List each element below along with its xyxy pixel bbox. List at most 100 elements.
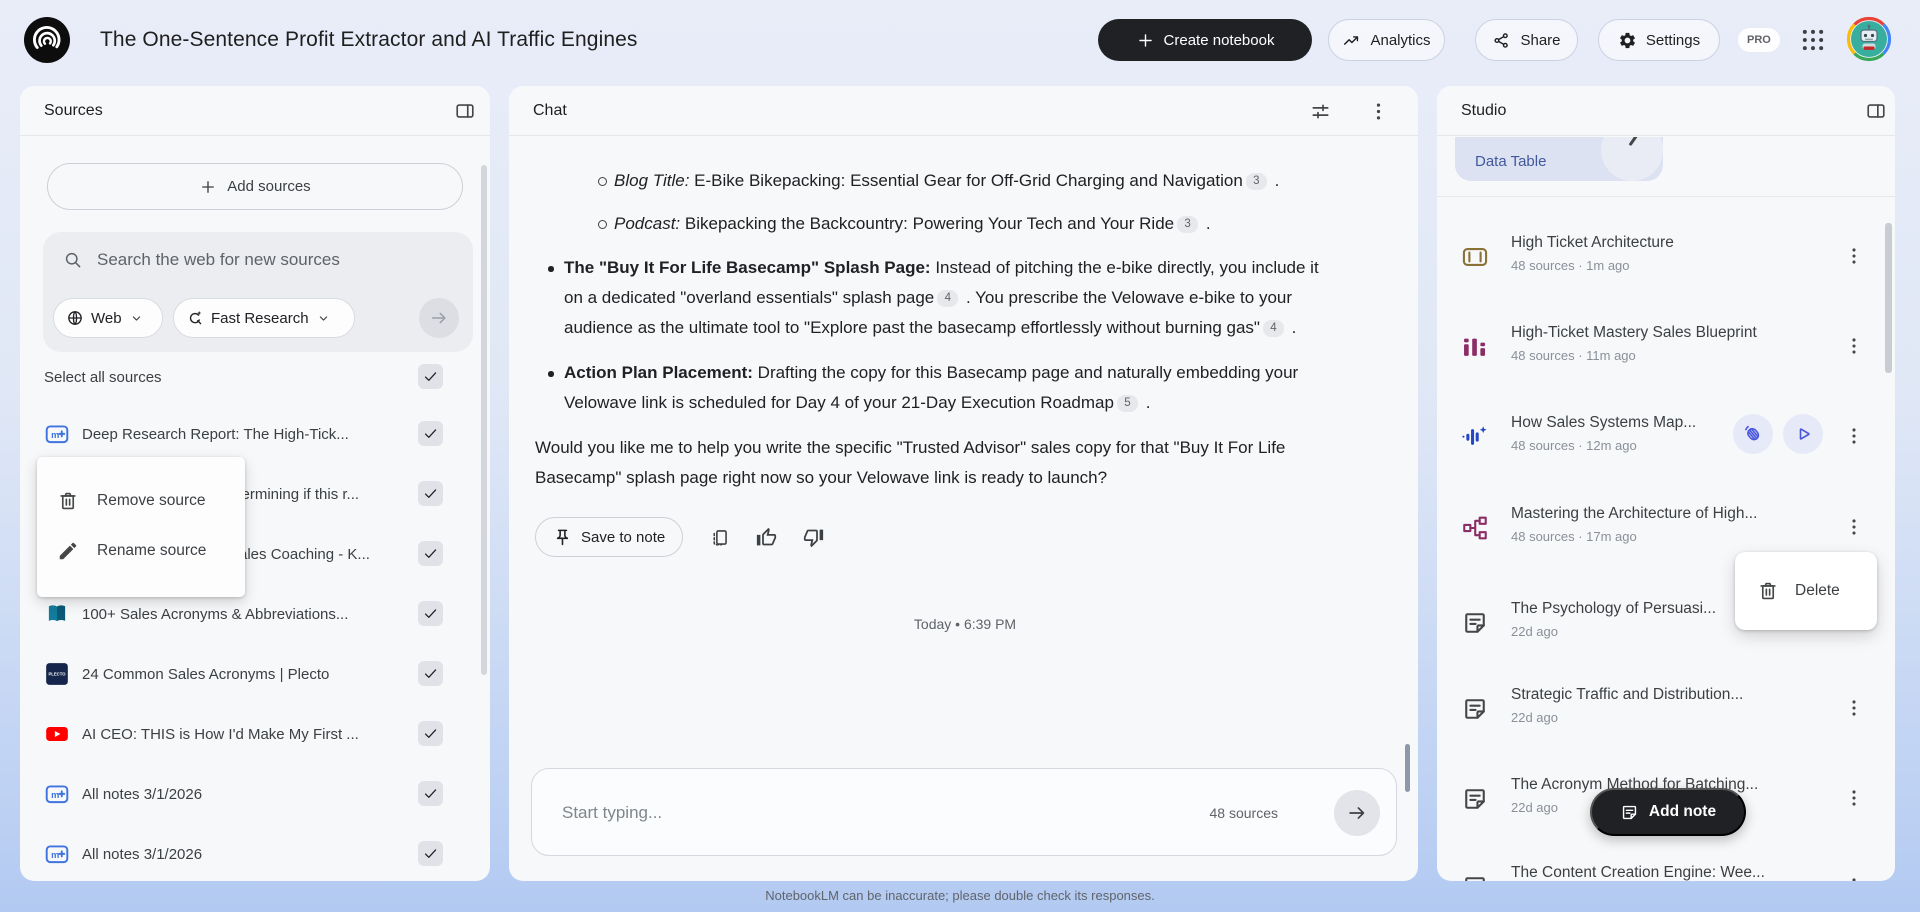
search-input[interactable]: Search the web for new sources bbox=[63, 250, 340, 270]
bar-chart-icon bbox=[1461, 333, 1489, 361]
studio-artifact-title: The Psychology of Persuasi... bbox=[1511, 600, 1717, 617]
chat-send-button[interactable] bbox=[1334, 790, 1380, 836]
chat-response-actions: Save to note bbox=[535, 517, 1341, 557]
chat-bullet-item: The "Buy It For Life Basecamp" Splash Pa… bbox=[548, 253, 1341, 343]
citation-chip[interactable]: 3 bbox=[1245, 172, 1267, 190]
thumb-up-icon[interactable] bbox=[756, 527, 777, 548]
remove-source-menu-item[interactable]: Remove source bbox=[37, 476, 245, 526]
source-title: Sales Coaching - K... bbox=[229, 545, 370, 563]
sources-scrollbar[interactable] bbox=[481, 165, 487, 675]
studio-artifact-row[interactable]: The Content Creation Engine: Wee... bbox=[1461, 862, 1871, 881]
interactive-mode-button[interactable] bbox=[1733, 414, 1773, 454]
citation-chip[interactable]: 3 bbox=[1177, 215, 1199, 233]
source-checkbox[interactable] bbox=[418, 421, 443, 446]
source-row[interactable]: PLECTO 24 Common Sales Acronyms | Plecto bbox=[44, 644, 466, 704]
source-checkbox[interactable] bbox=[418, 601, 443, 626]
artifact-more-menu-icon[interactable] bbox=[1843, 875, 1865, 881]
chat-bullet-item: Podcast: Bikepacking the Backcountry: Po… bbox=[598, 209, 1341, 239]
chat-sources-count: 48 sources bbox=[1209, 805, 1278, 821]
source-checkbox[interactable] bbox=[418, 541, 443, 566]
user-avatar[interactable] bbox=[1846, 16, 1892, 62]
settings-button[interactable]: Settings bbox=[1598, 19, 1720, 61]
chat-bullet-item: Action Plan Placement: Drafting the copy… bbox=[548, 358, 1341, 418]
svg-text:PLECTO: PLECTO bbox=[48, 672, 66, 677]
analytics-button[interactable]: Analytics bbox=[1328, 19, 1445, 61]
trash-icon bbox=[1757, 580, 1779, 602]
artifact-more-menu-icon[interactable] bbox=[1843, 245, 1865, 267]
thumb-down-icon[interactable] bbox=[803, 527, 824, 548]
studio-artifact-title: The Content Creation Engine: Wee... bbox=[1511, 864, 1765, 881]
source-checkbox[interactable] bbox=[418, 781, 443, 806]
svg-text:m: m bbox=[51, 790, 59, 800]
artifact-more-menu-icon[interactable] bbox=[1843, 787, 1865, 809]
source-title: 100+ Sales Acronyms & Abbreviations... bbox=[82, 605, 349, 623]
source-checkbox[interactable] bbox=[418, 661, 443, 686]
chat-input-box[interactable]: Start typing... 48 sources bbox=[531, 768, 1397, 856]
citation-chip[interactable]: 4 bbox=[1262, 319, 1284, 337]
sources-header: Sources bbox=[20, 86, 490, 136]
source-context-menu: Remove source Rename source bbox=[37, 457, 245, 597]
studio-scrollbar[interactable] bbox=[1885, 223, 1892, 373]
chevron-down-icon bbox=[316, 311, 331, 326]
chat-main-bullet-list: The "Buy It For Life Basecamp" Splash Pa… bbox=[535, 253, 1341, 418]
artifact-more-menu-icon[interactable] bbox=[1843, 335, 1865, 357]
note-icon bbox=[1461, 785, 1489, 813]
select-all-checkbox[interactable] bbox=[418, 364, 443, 389]
source-row[interactable]: m Deep Research Report: The High-Tick... bbox=[44, 404, 466, 464]
studio-artifact-actions bbox=[1733, 414, 1823, 454]
pro-badge: PRO bbox=[1738, 28, 1780, 52]
artifact-more-menu-icon[interactable] bbox=[1843, 697, 1865, 719]
studio-artifact-row[interactable]: High Ticket Architecture 48 sources · 1m … bbox=[1461, 232, 1871, 282]
chat-closing-question: Would you like me to help you write the … bbox=[535, 438, 1286, 487]
note-icon bbox=[1461, 609, 1489, 637]
notebooklm-logo[interactable] bbox=[24, 17, 70, 63]
source-checkbox[interactable] bbox=[418, 721, 443, 746]
add-sources-button[interactable]: Add sources bbox=[47, 163, 463, 210]
save-to-note-button[interactable]: Save to note bbox=[535, 517, 684, 557]
source-title: All notes 3/1/2026 bbox=[82, 785, 203, 803]
collapse-studio-panel-icon[interactable] bbox=[1865, 100, 1887, 122]
svg-text:m: m bbox=[51, 850, 59, 860]
flashcards-icon bbox=[1461, 243, 1489, 271]
source-row[interactable]: AI CEO: THIS is How I'd Make My First ..… bbox=[44, 704, 466, 764]
web-source-dropdown[interactable]: Web bbox=[53, 298, 163, 338]
chat-settings-tune-icon[interactable] bbox=[1309, 100, 1332, 123]
share-button[interactable]: Share bbox=[1475, 19, 1578, 61]
source-row[interactable]: m All notes 3/1/2026 bbox=[44, 764, 466, 824]
collapse-sources-panel-icon[interactable] bbox=[454, 100, 476, 122]
studio-artifact-title: How Sales Systems Map... bbox=[1511, 414, 1697, 431]
add-note-button[interactable]: Add note bbox=[1590, 788, 1746, 836]
studio-panel: Studio Data Table High Ticket Architectu… bbox=[1437, 86, 1895, 881]
trash-icon bbox=[57, 490, 79, 512]
studio-artifact-row[interactable]: Mastering the Architecture of High... 48 … bbox=[1461, 503, 1871, 553]
play-button[interactable] bbox=[1783, 414, 1823, 454]
chat-scrollbar[interactable] bbox=[1405, 744, 1410, 792]
research-mode-dropdown[interactable]: Fast Research bbox=[173, 298, 355, 338]
mind-map-icon bbox=[1461, 514, 1489, 542]
delete-menu-label: Delete bbox=[1795, 582, 1840, 599]
source-title: AI CEO: THIS is How I'd Make My First ..… bbox=[82, 725, 359, 743]
studio-delete-menu[interactable]: Delete bbox=[1735, 552, 1877, 630]
select-all-label: Select all sources bbox=[44, 368, 162, 386]
citation-chip[interactable]: 4 bbox=[937, 289, 959, 307]
rename-source-menu-item[interactable]: Rename source bbox=[37, 526, 245, 576]
studio-artifact-row[interactable]: High-Ticket Mastery Sales Blueprint 48 so… bbox=[1461, 322, 1871, 372]
copy-icon[interactable] bbox=[709, 527, 730, 548]
svg-text:m: m bbox=[51, 430, 59, 440]
studio-artifact-row[interactable]: How Sales Systems Map... 48 sources · 12m… bbox=[1461, 412, 1871, 462]
artifact-more-menu-icon[interactable] bbox=[1843, 516, 1865, 538]
source-row[interactable]: m All notes 3/1/2026 bbox=[44, 824, 466, 881]
search-submit-button[interactable] bbox=[419, 298, 459, 338]
studio-panel-title: Studio bbox=[1461, 102, 1507, 119]
source-checkbox[interactable] bbox=[418, 841, 443, 866]
apps-grid-icon[interactable] bbox=[1799, 26, 1827, 54]
sources-panel-title: Sources bbox=[44, 102, 103, 119]
studio-artifact-row[interactable]: Strategic Traffic and Distribution... 22d… bbox=[1461, 684, 1871, 734]
studio-artifact-meta: 48 sources · 11m ago bbox=[1511, 348, 1636, 363]
create-notebook-button[interactable]: Create notebook bbox=[1098, 19, 1312, 61]
plus-icon bbox=[1136, 31, 1155, 50]
artifact-more-menu-icon[interactable] bbox=[1843, 425, 1865, 447]
chat-more-menu-icon[interactable] bbox=[1367, 100, 1390, 123]
source-checkbox[interactable] bbox=[418, 481, 443, 506]
citation-chip[interactable]: 5 bbox=[1116, 394, 1138, 412]
